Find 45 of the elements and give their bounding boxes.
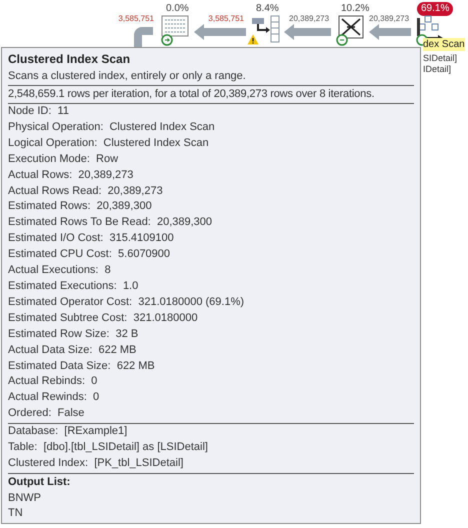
cost-percent: 8.4% [255,2,280,16]
property-row-text: Ordered: False [8,406,86,422]
property-row-text: Table: [dbo].[tbl_LSIDetail] as [LSIDetail] [8,440,209,456]
cost-percent: 0.0% [165,2,190,16]
property-row-text: Estimated Operator Cost: 321.0180000 (69.1%) [8,294,246,310]
property-row-text: Estimated Data Size: 622 MB [8,358,156,374]
iterations-summary: 2,548,659.1 rows per iteration, for a total of 20,389,273 rows over 8 iterations. [8,86,414,104]
tooltip-description: Scans a clustered index, entirely or only a range. [8,68,414,86]
property-row-text: Execution Mode: Row [8,152,120,167]
property-row-text: Actual Rows: 20,389,273 [8,168,134,183]
operator-detail: IDetail] [423,64,452,75]
row-count: 3,585,751 [207,14,244,24]
property-row-text: Estimated I/O Cost: 315.4109100 [8,231,175,246]
cross-arrows-icon[interactable] [335,14,365,46]
property-row-text: Estimated Subtree Cost: 321.0180000 [8,310,199,326]
tooltip-title: Clustered Index Scan [8,51,132,68]
property-row-text: Physical Operation: Clustered Index Scan [8,120,216,135]
property-row-text: Estimated CPU Cost: 5.6070900 [8,247,172,262]
property-row-text: Actual Executions: 8 [8,263,112,278]
property-row-text: Database: [RExample1] [8,424,128,440]
property-row-text: Estimated Row Size: 32 B [8,326,140,342]
property-row-text: Clustered Index: [PK_tbl_LSIDetail] [8,456,184,471]
flow-arrow [194,24,246,40]
property-row-text: Estimated Executions: 1.0 [8,278,140,294]
flow-arrow [369,24,411,40]
table-grid-icon[interactable] [160,14,190,46]
output-column: BNWP [8,490,414,506]
output-list-heading: Output List: [8,474,72,490]
property-row-text: Actual Rebinds: 0 [8,374,98,390]
property-row-text: Logical Operation: Clustered Index Scan [8,136,210,151]
operator-label[interactable]: dex Scan [423,38,465,51]
property-row-text: Actual Rewinds: 0 [8,390,100,406]
row-count: 20,389,273 [289,14,329,24]
row-count: 3,585,751 [117,14,154,24]
property-row-text: Actual Rows Read: 20,389,273 [8,184,164,199]
property-row-text: Node ID: 11 [8,104,70,119]
cost-percent: 10.2% [340,2,370,15]
property-row-text: Estimated Rows: 20,389,300 [8,199,153,214]
flow-arrow [284,24,331,40]
output-column: TN [8,506,414,521]
cost-percent: 69.1% [417,2,454,16]
row-count: 20,389,273 [369,14,409,24]
property-row-text: Estimated Rows To Be Read: 20,389,300 [8,215,214,230]
operator-detail: SIDetail] [423,53,458,64]
property-row-text: Actual Data Size: 622 MB [8,342,138,358]
